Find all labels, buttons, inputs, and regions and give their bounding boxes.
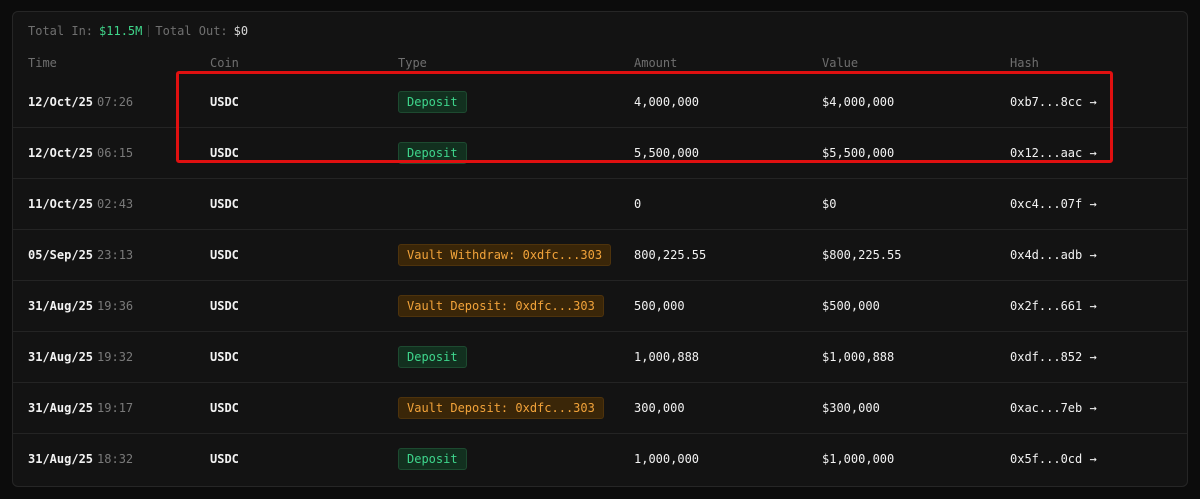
column-header-coin: Coin [210,56,239,70]
total-out-value: $0 [233,24,249,38]
coin-cell: USDC [210,401,239,415]
type-cell: Deposit [398,346,467,368]
hash-link[interactable]: 0xdf...852 → [1010,350,1097,364]
row-time: 19:36 [97,299,134,313]
row-date: 31/Aug/25 [28,401,94,415]
column-header-value: Value [822,56,859,70]
amount-cell: 0 [634,197,642,211]
coin-cell: USDC [210,350,239,364]
amount-cell: 1,000,000 [634,452,700,466]
type-badge: Deposit [398,448,467,470]
table-row: 31/Aug/25 19:17 USDC Vault Deposit: 0xdfc… [13,382,1187,433]
type-badge: Deposit [398,142,467,164]
type-badge: Deposit [398,346,467,368]
coin-cell: USDC [210,146,239,160]
transfers-table-body: 12/Oct/25 07:26 USDC Deposit 4,000,000 $4… [13,76,1187,484]
row-time: 19:32 [97,350,134,364]
amount-cell: 300,000 [634,401,685,415]
row-time: 06:15 [97,146,134,160]
amount-cell: 1,000,888 [634,350,700,364]
column-header-type: Type [398,56,427,70]
value-cell: $800,225.55 [822,248,902,262]
row-date: 31/Aug/25 [28,350,94,364]
row-date: 11/Oct/25 [28,197,94,211]
type-badge: Deposit [398,90,467,113]
hash-link[interactable]: 0x5f...0cd → [1010,452,1097,466]
row-time: 02:43 [97,197,134,211]
coin-cell: USDC [210,452,239,466]
type-cell: Deposit [398,448,467,470]
table-row: 11/Oct/25 02:43 USDC 0 $0 0xc4...07f → [13,178,1187,229]
row-date: 05/Sep/25 [28,248,94,262]
column-header-amount: Amount [634,56,678,70]
hash-link[interactable]: 0x12...aac → [1010,146,1097,160]
time-cell: 05/Sep/25 23:13 [28,248,133,262]
value-cell: $0 [822,197,837,211]
coin-cell: USDC [210,299,239,313]
table-row: 31/Aug/25 19:32 USDC Deposit 1,000,888 $1… [13,331,1187,382]
time-cell: 11/Oct/25 02:43 [28,197,133,211]
table-row: 12/Oct/25 07:26 USDC Deposit 4,000,000 $4… [13,76,1187,127]
hash-link[interactable]: 0xc4...07f → [1010,197,1097,211]
amount-cell: 4,000,000 [634,94,700,109]
column-header-time: Time [28,56,57,70]
table-row: 31/Aug/25 19:36 USDC Vault Deposit: 0xdfc… [13,280,1187,331]
value-cell: $1,000,888 [822,350,895,364]
type-cell: Vault Withdraw: 0xdfc...303 [398,244,612,266]
time-cell: 31/Aug/25 19:36 [28,299,133,313]
time-cell: 12/Oct/25 07:26 [28,95,133,109]
amount-cell: 500,000 [634,299,685,313]
column-header-hash: Hash [1010,56,1039,70]
hash-link[interactable]: 0x2f...661 → [1010,299,1097,313]
coin-cell: USDC [210,197,239,211]
value-cell: $5,500,000 [822,146,895,160]
coin-cell: USDC [210,248,239,262]
type-cell: Vault Deposit: 0xdfc...303 [398,397,604,419]
value-cell: $500,000 [822,299,880,313]
row-date: 12/Oct/25 [28,94,94,109]
transfers-panel: Total In: $11.5M Total Out: $0 Time Coin… [12,11,1188,487]
row-date: 31/Aug/25 [28,299,94,313]
time-cell: 31/Aug/25 19:32 [28,350,133,364]
row-time: 23:13 [97,248,134,262]
table-row: 05/Sep/25 23:13 USDC Vault Withdraw: 0xdf… [13,229,1187,280]
total-in-value: $11.5M [99,24,143,38]
row-date: 12/Oct/25 [28,146,94,160]
type-cell: Vault Deposit: 0xdfc...303 [398,295,604,317]
hash-link[interactable]: 0xb7...8cc → [1010,95,1097,109]
time-cell: 31/Aug/25 18:32 [28,452,133,466]
total-in-label: Total In: [28,24,94,38]
value-cell: $300,000 [822,401,880,415]
row-time: 07:26 [97,94,134,109]
row-time: 18:32 [97,452,134,466]
type-cell: Deposit [398,90,467,113]
type-badge: Vault Deposit: 0xdfc...303 [398,397,604,419]
type-badge: Vault Deposit: 0xdfc...303 [398,295,604,317]
amount-cell: 800,225.55 [634,248,707,262]
coin-cell: USDC [210,94,239,109]
value-cell: $1,000,000 [822,452,895,466]
summary-divider [148,25,150,37]
totals-summary: Total In: $11.5M Total Out: $0 [13,12,1187,50]
row-date: 31/Aug/25 [28,452,94,466]
time-cell: 12/Oct/25 06:15 [28,146,133,160]
amount-cell: 5,500,000 [634,146,700,160]
total-out-label: Total Out: [155,24,228,38]
hash-link[interactable]: 0x4d...adb → [1010,248,1097,262]
table-row: 12/Oct/25 06:15 USDC Deposit 5,500,000 $5… [13,127,1187,178]
table-header: Time Coin Type Amount Value Hash [13,50,1187,76]
type-cell: Deposit [398,142,467,164]
time-cell: 31/Aug/25 19:17 [28,401,133,415]
value-cell: $4,000,000 [822,94,895,109]
type-badge: Vault Withdraw: 0xdfc...303 [398,244,612,266]
table-row: 31/Aug/25 18:32 USDC Deposit 1,000,000 $1… [13,433,1187,484]
row-time: 19:17 [97,401,134,415]
hash-link[interactable]: 0xac...7eb → [1010,401,1097,415]
